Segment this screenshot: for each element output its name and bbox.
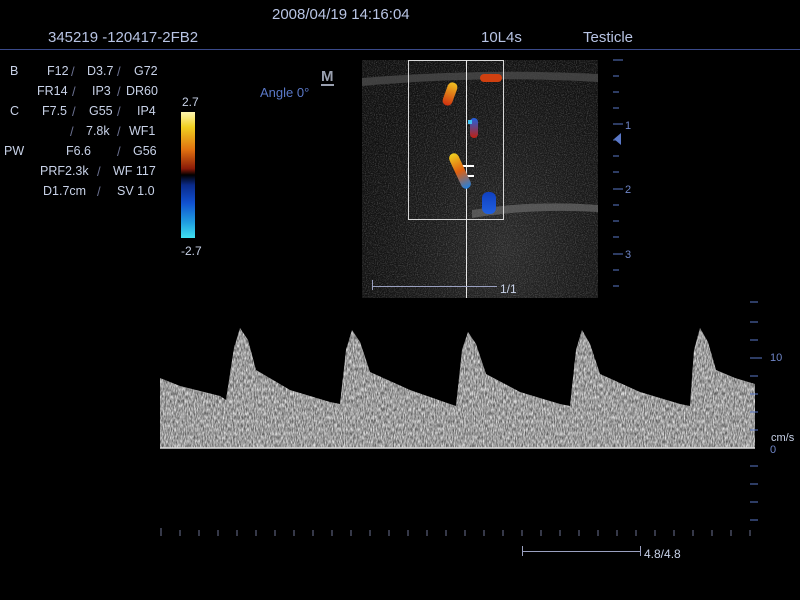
depth-label: 2 [625,184,632,196]
b-param: DR60 [126,84,158,98]
param-separator: / [71,64,75,79]
c-param: G55 [89,104,113,118]
param-separator: / [117,104,121,119]
depth-label: 3 [625,249,632,261]
param-separator: / [72,84,76,99]
param-separator: / [117,124,121,139]
c-param: IP4 [137,104,156,118]
b-param: IP3 [92,84,111,98]
pw-param: G56 [133,144,157,158]
header-divider [0,49,800,50]
param-separator: / [117,64,121,79]
b-param: F12 [47,64,69,78]
sweep-scale-end [640,546,641,556]
doppler-flow [468,120,472,124]
param-separator: / [117,144,121,159]
param-separator: / [97,164,101,179]
c-param: F7.5 [42,104,68,118]
preset-name: Testicle [583,29,634,46]
focus-marker-icon[interactable] [614,133,621,145]
colorbar-min: -2.7 [181,244,202,258]
depth-label: 1 [625,120,632,132]
spectral-canvas [160,328,755,449]
doppler-flow [482,192,496,214]
velocity-scale-ticks [750,301,762,521]
frame-counter: 1/1 [500,282,517,296]
pw-param: F6.6 [66,144,92,158]
angle-readout: Angle 0° [260,85,310,100]
velocity-tick-label: 10 [770,352,783,364]
param-separator: / [97,184,101,199]
velocity-unit-label: cm/s [771,432,795,444]
pw-param: D1.7cm [43,184,87,198]
pw-param: WF 117 [113,164,156,178]
time-scale-ticks [160,528,751,536]
b-mode-length-scale [372,286,497,287]
c-param: WF1 [129,124,156,138]
velocity-zero-label: 0 [770,444,777,456]
sweep-readout: 4.8/4.8 [644,547,681,561]
pw-param: PRF2.3k [40,164,89,178]
patient-id: 345219 -120417-2FB2 [48,29,199,46]
pw-mode-label: PW [4,144,25,158]
param-separator: / [70,124,74,139]
depth-scale-ticks [613,59,623,287]
b-mode-scale-end [372,280,373,290]
b-mode-label: B [10,64,19,78]
color-velocity-bar [181,112,195,238]
probe-name: 10L4s [481,29,522,46]
c-param: 7.8k [86,124,110,138]
pw-param: SV 1.0 [117,184,155,198]
b-param: G72 [134,64,158,78]
b-mode-image[interactable]: 1/1 [362,60,598,298]
m-marker-icon: M [321,68,334,86]
spectral-doppler-display[interactable] [160,300,762,540]
b-param: FR14 [37,84,68,98]
date-time: 2008/04/19 14:16:04 [272,6,410,23]
param-separator: / [72,104,76,119]
colorbar-max: 2.7 [182,95,199,109]
sweep-scale-end [522,546,523,556]
doppler-flow [480,74,502,82]
sweep-scale-line [522,551,640,552]
b-param: D3.7 [87,64,114,78]
param-separator: / [117,84,121,99]
c-mode-label: C [10,104,20,118]
